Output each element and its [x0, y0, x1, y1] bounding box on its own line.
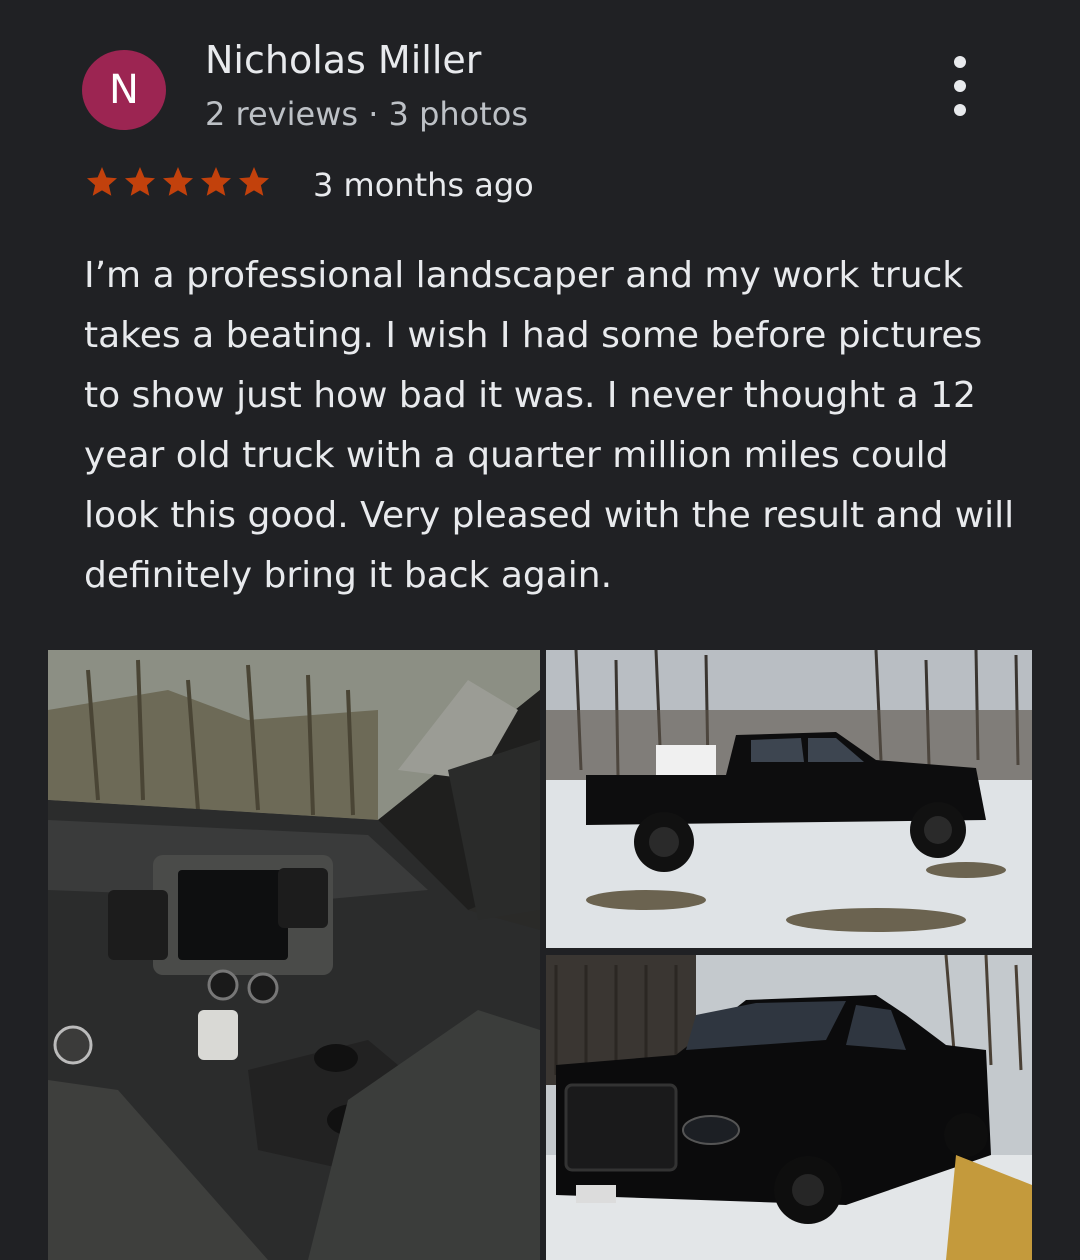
review-photo-truck-side[interactable]	[546, 650, 1032, 948]
star-icon	[125, 167, 155, 196]
review-photo-truck-front[interactable]	[546, 955, 1032, 1260]
reviewer-meta: 2 reviews · 3 photos	[205, 95, 529, 133]
star-icon	[201, 167, 231, 196]
star-rating	[84, 164, 272, 200]
review-photo-interior[interactable]	[48, 650, 540, 1260]
avatar[interactable]: N	[82, 50, 166, 130]
reviewer-name[interactable]: Nicholas Miller	[205, 38, 481, 82]
star-icon	[239, 167, 269, 196]
review-time: 3 months ago	[313, 166, 534, 204]
star-icon	[87, 167, 117, 196]
avatar-letter: N	[109, 67, 139, 113]
star-icon	[163, 167, 193, 196]
more-vert-icon[interactable]	[940, 56, 980, 116]
review-text: I’m a professional landscaper and my wor…	[84, 255, 1015, 596]
